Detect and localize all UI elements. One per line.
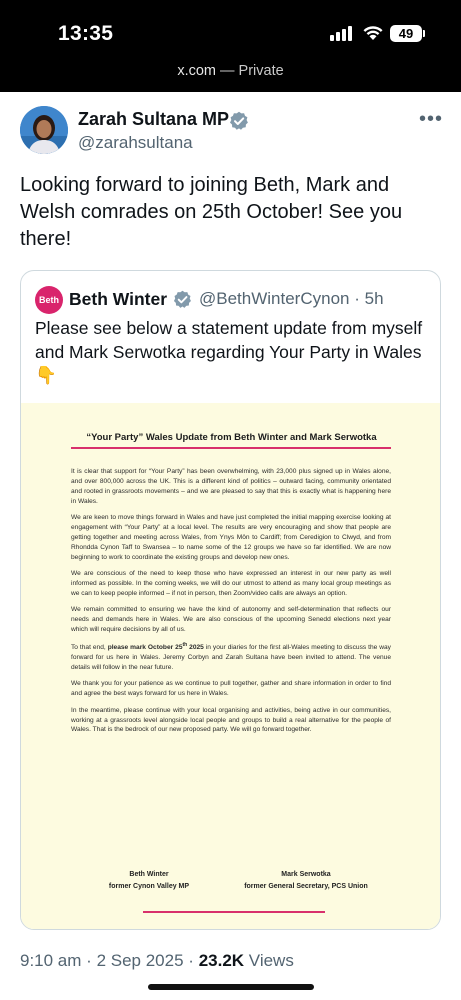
- tweet-time: 9:10 am: [20, 951, 82, 970]
- author-handle[interactable]: @zarahsultana: [78, 133, 193, 153]
- signal-icon: [330, 26, 352, 41]
- p5-bold-year: 2025: [187, 644, 204, 652]
- avatar-image: [20, 106, 68, 154]
- more-options-icon[interactable]: •••: [419, 108, 443, 131]
- statement-title: “Your Party” Wales Update from Beth Wint…: [86, 432, 377, 443]
- quoted-author-name[interactable]: Beth Winter: [69, 289, 167, 310]
- statement-paragraph: We thank you for your patience as we con…: [71, 680, 391, 698]
- title-underline: [71, 447, 391, 449]
- verified-badge-icon: [230, 111, 248, 130]
- wifi-icon: [363, 26, 383, 40]
- stamp-sep: ·: [86, 951, 92, 970]
- tweet-timestamp[interactable]: 9:10 am · 2 Sep 2025 · 23.2K Views: [20, 951, 294, 971]
- url-host: x.com: [177, 63, 216, 79]
- battery-tip: [423, 30, 425, 37]
- statement-paragraph: We are keen to move things forward in Wa…: [71, 514, 391, 561]
- url-private-label: — Private: [215, 63, 284, 79]
- quoted-tweet[interactable]: Beth Beth Winter @BethWinterCynon · 5h P…: [20, 270, 441, 930]
- statement-body: It is clear that support for “Your Party…: [71, 467, 391, 742]
- pointing-down-emoji: 👇: [35, 365, 57, 385]
- quoted-separator: ·: [354, 289, 360, 308]
- views-count: 23.2K: [198, 951, 245, 970]
- status-bar: 13:35 49 x.com — Private: [0, 0, 461, 92]
- statement-image[interactable]: “Your Party” Wales Update from Beth Wint…: [21, 403, 440, 929]
- url-bar[interactable]: x.com — Private: [0, 63, 461, 79]
- tweet-date: 2 Sep 2025: [96, 951, 184, 970]
- status-time: 13:35: [58, 22, 114, 45]
- statement-paragraph: To that end, please mark October 25th 20…: [71, 641, 391, 673]
- author-name[interactable]: Zarah Sultana MP: [78, 109, 229, 130]
- quoted-avatar[interactable]: Beth: [35, 286, 63, 314]
- quoted-age[interactable]: 5h: [365, 289, 384, 308]
- signature-beth: Beth Winter former Cynon Valley MP: [89, 869, 209, 893]
- statement-paragraph: It is clear that support for “Your Party…: [71, 468, 391, 505]
- statement-paragraph: We are conscious of the need to keep tho…: [71, 569, 391, 597]
- statement-paragraph: We remain committed to ensuring we have …: [71, 606, 391, 633]
- signature-role: former General Secretary, PCS Union: [244, 883, 368, 890]
- signature-name: Mark Serwotka: [281, 871, 331, 878]
- verified-badge-icon: [173, 290, 191, 308]
- quoted-author-handle[interactable]: @BethWinterCynon: [199, 289, 350, 308]
- avatar[interactable]: [20, 106, 68, 154]
- quoted-text: Please see below a statement update from…: [35, 317, 435, 388]
- signature-role: former Cynon Valley MP: [108, 883, 190, 890]
- p5-bold: please mark October 25: [107, 644, 183, 652]
- home-indicator[interactable]: [148, 984, 314, 990]
- signature-mark: Mark Serwotka former General Secretary, …: [221, 869, 391, 893]
- battery-icon: 49: [390, 25, 422, 42]
- tweet-text: Looking forward to joining Beth, Mark an…: [20, 174, 403, 250]
- stamp-sep: ·: [188, 951, 194, 970]
- footer-rule: [143, 911, 325, 913]
- quoted-meta: @BethWinterCynon · 5h: [199, 289, 384, 309]
- p5-pre: To that end,: [71, 644, 108, 652]
- views-label: Views: [248, 951, 294, 970]
- quoted-text-body: Please see below a statement update from…: [35, 318, 423, 362]
- signature-name: Beth Winter: [129, 871, 169, 878]
- statement-paragraph: In the meantime, please continue with yo…: [71, 706, 391, 734]
